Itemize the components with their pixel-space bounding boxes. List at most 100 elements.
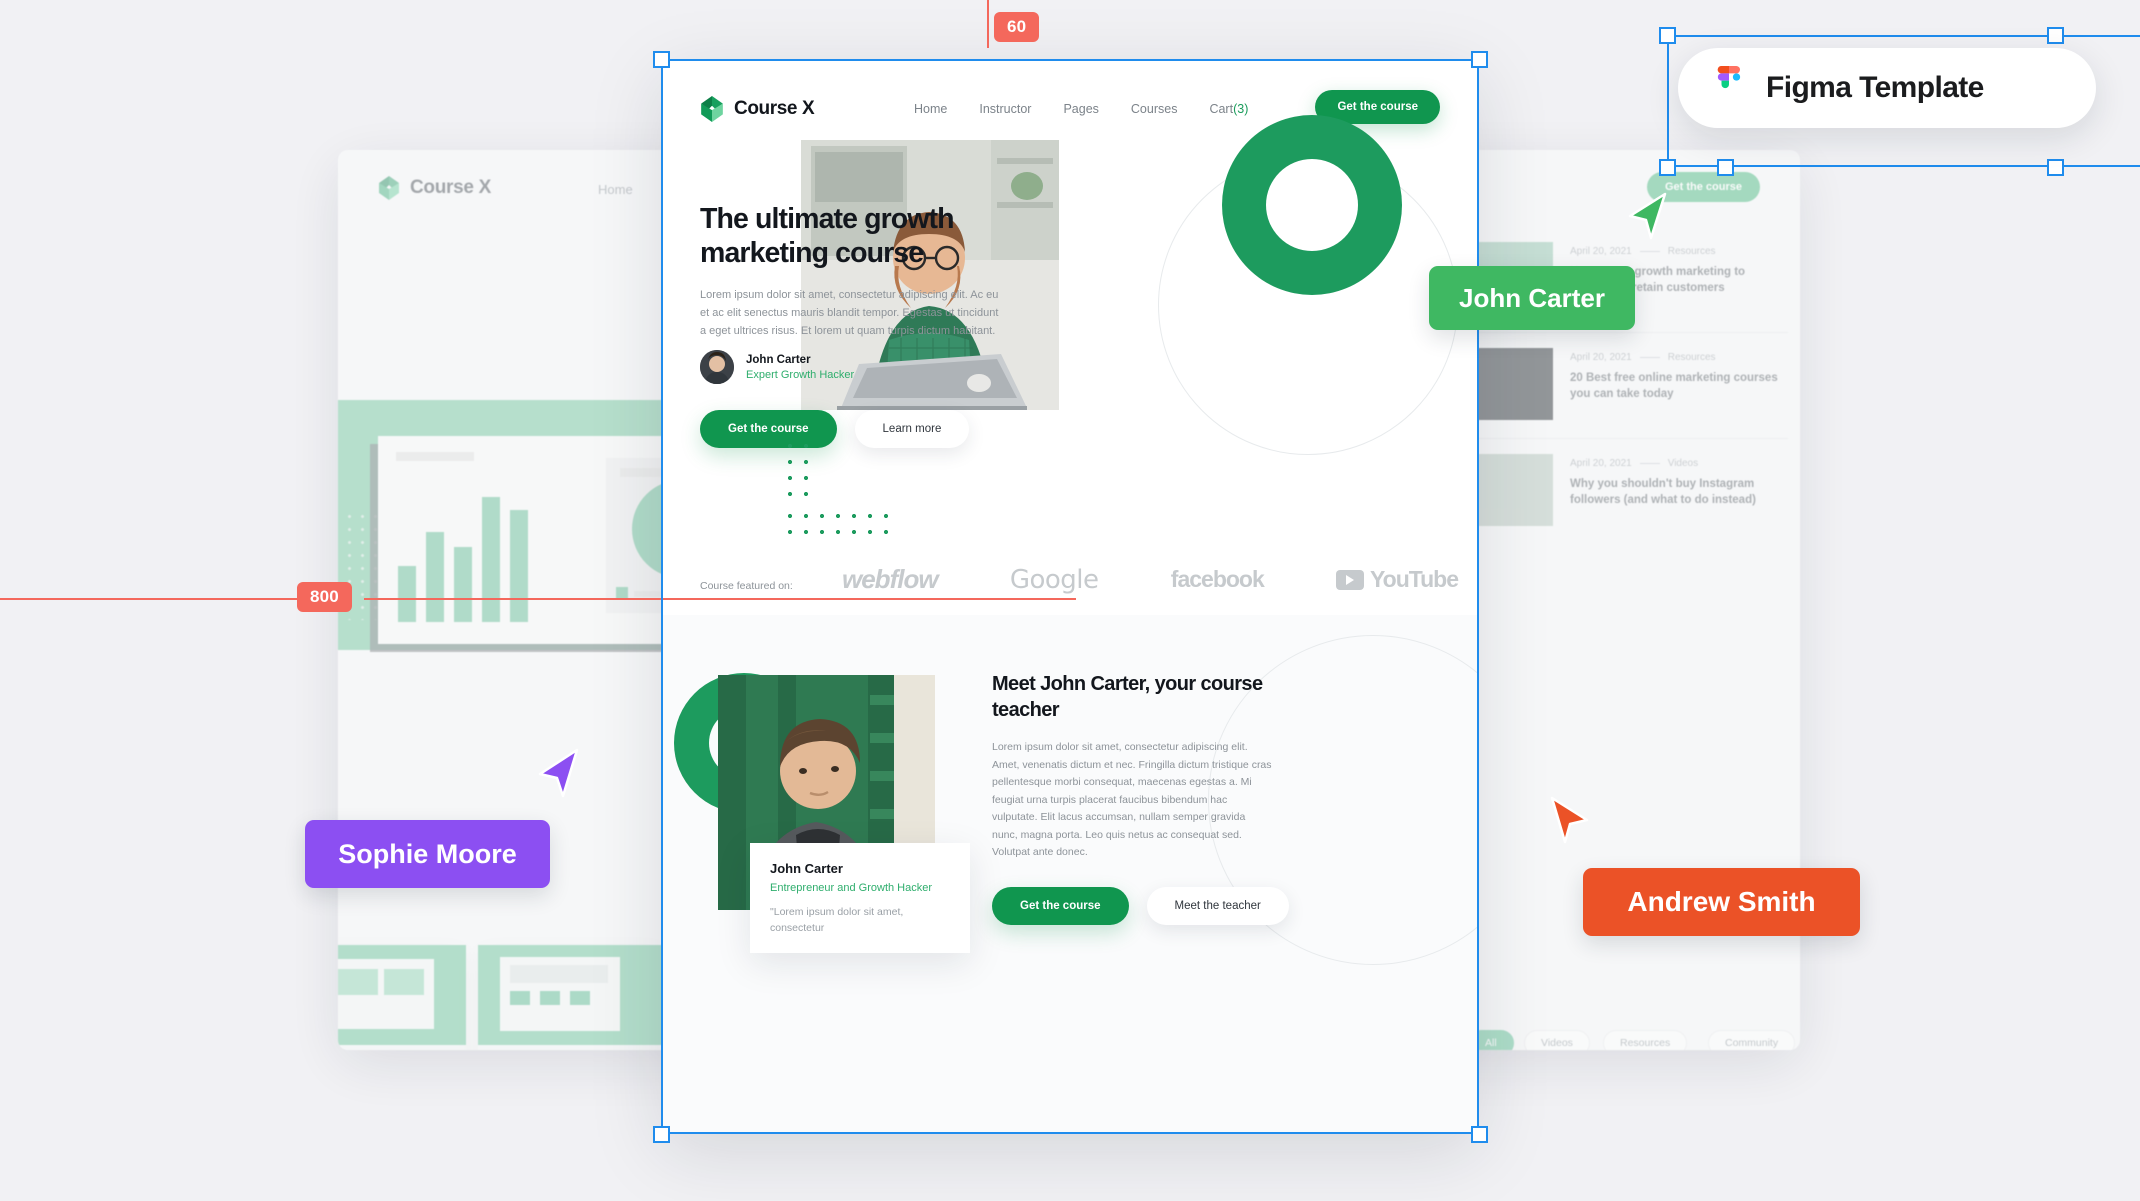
hero-paragraph: Lorem ipsum dolor sit amet, consectetur … — [700, 289, 999, 337]
hero-get-the-course-button[interactable]: Get the course — [700, 410, 837, 448]
avatar — [700, 350, 734, 384]
cursor-arrow-sophie-moore — [538, 748, 579, 798]
hero-dot-grid-vertical — [782, 438, 810, 508]
selection-handle-top-right[interactable] — [1471, 51, 1488, 68]
background-blog-divider — [1458, 332, 1788, 333]
figma-template-badge[interactable]: Figma Template — [1678, 48, 2096, 128]
background-brand-label: Course X — [410, 177, 492, 198]
background-filter-community[interactable]: Community — [1708, 1030, 1796, 1050]
youtube-play-icon — [1336, 569, 1365, 590]
avatar-illustration — [700, 350, 734, 384]
webflow-logo: webflow — [842, 564, 939, 594]
selected-artboard[interactable]: Course X Home Instructor Pages Courses C… — [662, 60, 1478, 1133]
nav-link-courses[interactable]: Courses — [1131, 102, 1178, 116]
background-blog-date: April 20, 2021 — [1570, 352, 1632, 363]
background-blog-item[interactable]: April 20, 2021 Resources 20 Best free on… — [1458, 342, 1788, 434]
background-blog-title: Why you shouldn't buy Instagram follower… — [1570, 478, 1756, 506]
background-thumb-shape — [338, 969, 378, 995]
teacher-card-quote: "Lorem ipsum dolor sit amet, consectetur — [770, 906, 904, 934]
background-blog-category: Videos — [1667, 458, 1699, 469]
featured-label: Course featured on: — [700, 580, 793, 592]
background-chart-bar — [398, 566, 416, 622]
figma-template-label: Figma Template — [1766, 71, 1984, 104]
figma-badge-handle-bottom-right[interactable] — [2047, 159, 2064, 176]
background-filter-videos[interactable]: Videos — [1524, 1030, 1590, 1050]
selection-handle-bottom-right[interactable] — [1471, 1126, 1488, 1143]
background-blog-divider — [1458, 438, 1788, 439]
cursor-arrow-andrew-smith — [1550, 796, 1589, 844]
height-measure-line-right — [364, 598, 1076, 600]
hero-author: John Carter Expert Growth Hacker — [700, 350, 854, 384]
course-x-logo-icon — [701, 96, 723, 122]
background-thumb-shape — [510, 991, 530, 1005]
nav-link-pages[interactable]: Pages — [1063, 102, 1098, 116]
teacher-card-name: John Carter — [770, 861, 843, 876]
hero-green-ring-hole — [1266, 159, 1358, 251]
background-brand: Course X — [378, 176, 491, 200]
main-brand[interactable]: Course X — [700, 96, 815, 122]
nested-selection-handle[interactable] — [1717, 159, 1734, 176]
facebook-logo: facebook — [1170, 566, 1265, 592]
nav-link-home[interactable]: Home — [914, 102, 947, 116]
width-measure-line — [987, 0, 989, 48]
teacher-paragraph: Lorem ipsum dolor sit amet, consectetur … — [992, 741, 1272, 858]
teacher-section: John Carter Entrepreneur and Growth Hack… — [662, 615, 1478, 1133]
width-measure-chip: 60 — [994, 12, 1040, 42]
background-blog-dash — [1639, 463, 1660, 464]
background-course-card[interactable]: $99.00 USD Landing Page for Conversion P… — [478, 945, 666, 1050]
background-thumb-shape — [510, 965, 608, 983]
hero-learn-more-button[interactable]: Learn more — [854, 410, 970, 448]
hero-buttons: Get the course Learn more — [700, 410, 970, 448]
youtube-logo: YouTube — [1336, 566, 1459, 593]
background-blog-date: April 20, 2021 — [1570, 458, 1632, 469]
background-blog-category: Resources — [1667, 352, 1716, 363]
teacher-quote-card: John Carter Entrepreneur and Growth Hack… — [750, 843, 970, 953]
background-blog-meta: April 20, 2021 Resources — [1570, 352, 1716, 363]
hero-author-name: John Carter — [746, 353, 811, 366]
cursor-label-sophie-moore: Sophie Moore — [305, 820, 550, 888]
background-course-thumb — [478, 945, 666, 1045]
hero-author-role: Expert Growth Hacker — [746, 368, 855, 381]
main-brand-label: Course X — [734, 98, 815, 119]
background-chart-bar — [482, 497, 500, 622]
background-thumb-shape — [570, 991, 590, 1005]
figma-canvas: Course X Home Instructor Pages Courses C… — [0, 0, 2140, 1201]
background-chart-bar — [510, 510, 528, 622]
google-logo: Google — [1009, 564, 1099, 595]
background-chart-bar — [426, 532, 444, 622]
background-chart-label-bar — [396, 452, 474, 461]
figma-badge-handle-top-left[interactable] — [1659, 27, 1676, 44]
hero-heading: The ultimate growth marketing course — [700, 203, 955, 269]
youtube-wordmark: YouTube — [1370, 566, 1459, 592]
height-measure-line-left — [0, 598, 330, 600]
cursor-label-andrew-smith: Andrew Smith — [1583, 868, 1860, 936]
selection-handle-top-left[interactable] — [653, 51, 670, 68]
teacher-buttons: Get the course Meet the teacher — [992, 887, 1289, 925]
background-blog-meta: April 20, 2021 Videos — [1570, 458, 1698, 469]
background-thumb-shape — [540, 991, 560, 1005]
featured-logos: webflow Google facebook YouTube — [842, 564, 1459, 595]
background-course-card[interactable]: $99.00 USD Brand & Identity Design for M… — [338, 945, 466, 1050]
figma-badge-handle-top-right[interactable] — [2047, 27, 2064, 44]
figma-logo-icon — [1717, 66, 1741, 89]
height-measure-chip: 800 — [297, 582, 352, 612]
background-blog-meta: April 20, 2021 Resources — [1570, 246, 1716, 257]
background-blog-item[interactable]: April 20, 2021 Videos Why you shouldn't … — [1458, 448, 1788, 540]
teacher-copy: Meet John Carter, your course teacher Lo… — [992, 671, 1272, 862]
background-blog-dash — [1639, 251, 1660, 252]
main-nav-links: Home Instructor Pages Courses Cart(3) — [914, 102, 1248, 116]
background-blog-date: April 20, 2021 — [1570, 246, 1632, 257]
cursor-label-john-carter: John Carter — [1429, 266, 1635, 330]
teacher-card-role: Entrepreneur and Growth Hacker — [770, 882, 933, 894]
figma-badge-handle-bottom-left[interactable] — [1659, 159, 1676, 176]
teacher-heading: Meet John Carter, your course teacher — [992, 673, 1263, 721]
background-nav-home[interactable]: Home — [598, 182, 633, 197]
selection-handle-bottom-left[interactable] — [653, 1126, 670, 1143]
nav-link-instructor[interactable]: Instructor — [979, 102, 1031, 116]
teacher-meet-the-teacher-button[interactable]: Meet the teacher — [1146, 887, 1289, 925]
background-filter-resources[interactable]: Resources — [1603, 1030, 1688, 1050]
background-blog-category: Resources — [1667, 246, 1716, 257]
nav-link-cart[interactable]: Cart(3) — [1209, 102, 1248, 116]
background-course-thumb — [338, 945, 466, 1045]
teacher-get-the-course-button[interactable]: Get the course — [992, 887, 1129, 925]
